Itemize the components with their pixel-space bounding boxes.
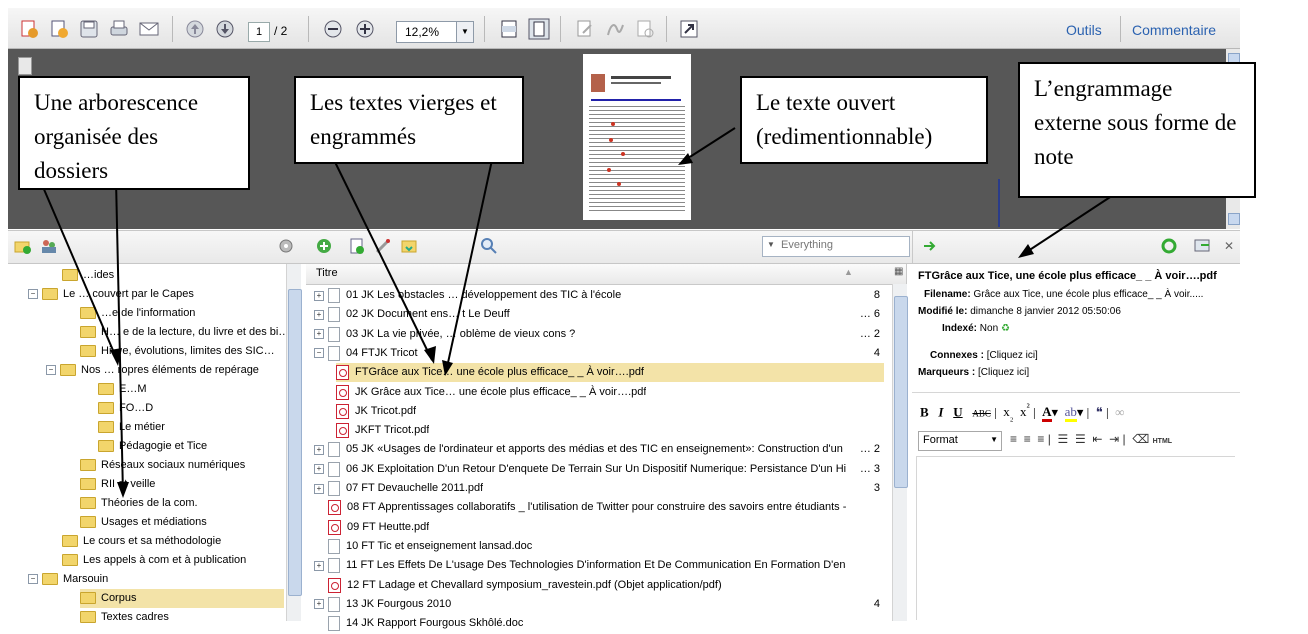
callout-documents: Les textes vierges et engrammés xyxy=(294,76,524,164)
callout-external-note: L’engrammage externe sous forme de note xyxy=(1018,62,1256,198)
callout-open-text: Le texte ouvert (redimentionnable) xyxy=(740,76,988,164)
callout-folder-tree: Une arborescence organisée des dossiers xyxy=(18,76,250,190)
